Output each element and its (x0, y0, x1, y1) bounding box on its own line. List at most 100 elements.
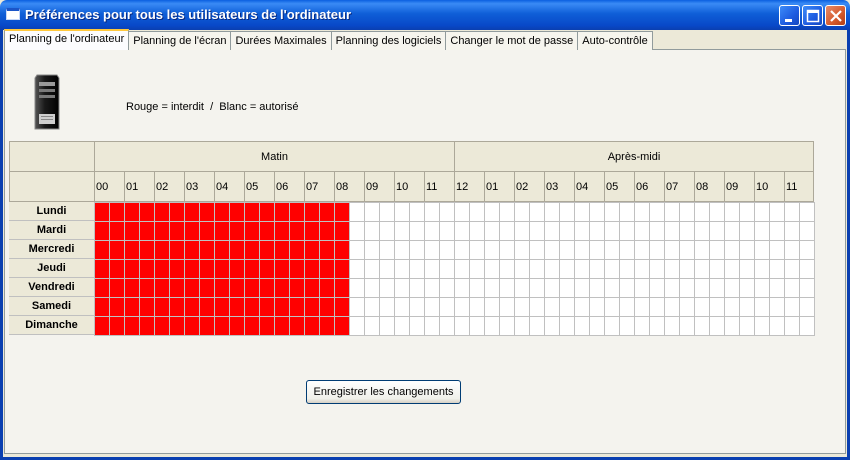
schedule-cell[interactable] (229, 297, 245, 317)
schedule-cell[interactable] (604, 259, 620, 279)
schedule-cell[interactable] (109, 278, 125, 298)
schedule-cell[interactable] (214, 297, 230, 317)
schedule-cell[interactable] (544, 240, 560, 260)
schedule-cell[interactable] (244, 297, 260, 317)
schedule-cell[interactable] (679, 202, 695, 222)
schedule-cell[interactable] (634, 259, 650, 279)
schedule-cell[interactable] (754, 221, 770, 241)
tab-1[interactable]: Planning de l'écran (128, 31, 232, 50)
schedule-cell[interactable] (694, 316, 710, 336)
schedule-cell[interactable] (619, 221, 635, 241)
schedule-cell[interactable] (304, 297, 320, 317)
schedule-cell[interactable] (514, 240, 530, 260)
schedule-cell[interactable] (574, 202, 590, 222)
schedule-cell[interactable] (484, 316, 500, 336)
schedule-cell[interactable] (319, 202, 335, 222)
schedule-cell[interactable] (769, 221, 785, 241)
schedule-cell[interactable] (559, 278, 575, 298)
schedule-cell[interactable] (664, 297, 680, 317)
schedule-cell[interactable] (424, 316, 440, 336)
schedule-cell[interactable] (334, 278, 350, 298)
schedule-cell[interactable] (334, 240, 350, 260)
schedule-cell[interactable] (799, 221, 815, 241)
schedule-cell[interactable] (364, 202, 380, 222)
schedule-cell[interactable] (94, 297, 110, 317)
schedule-cell[interactable] (559, 221, 575, 241)
schedule-cell[interactable] (319, 240, 335, 260)
schedule-cell[interactable] (694, 202, 710, 222)
schedule-cell[interactable] (259, 297, 275, 317)
schedule-cell[interactable] (559, 316, 575, 336)
schedule-cell[interactable] (169, 297, 185, 317)
schedule-cell[interactable] (604, 240, 620, 260)
schedule-cell[interactable] (124, 240, 140, 260)
schedule-cell[interactable] (154, 259, 170, 279)
minimize-button[interactable] (779, 5, 800, 26)
schedule-cell[interactable] (169, 259, 185, 279)
schedule-cell[interactable] (334, 221, 350, 241)
schedule-cell[interactable] (154, 240, 170, 260)
schedule-cell[interactable] (424, 297, 440, 317)
schedule-cell[interactable] (514, 297, 530, 317)
schedule-cell[interactable] (259, 221, 275, 241)
schedule-cell[interactable] (724, 202, 740, 222)
schedule-cell[interactable] (754, 202, 770, 222)
schedule-cell[interactable] (604, 297, 620, 317)
schedule-cell[interactable] (619, 240, 635, 260)
schedule-cell[interactable] (694, 297, 710, 317)
schedule-cell[interactable] (124, 259, 140, 279)
schedule-cell[interactable] (409, 259, 425, 279)
schedule-cell[interactable] (364, 278, 380, 298)
schedule-cell[interactable] (184, 316, 200, 336)
schedule-cell[interactable] (799, 278, 815, 298)
schedule-cell[interactable] (484, 297, 500, 317)
schedule-cell[interactable] (559, 297, 575, 317)
schedule-cell[interactable] (469, 259, 485, 279)
schedule-cell[interactable] (394, 278, 410, 298)
schedule-cell[interactable] (139, 297, 155, 317)
schedule-cell[interactable] (169, 240, 185, 260)
schedule-cell[interactable] (319, 297, 335, 317)
schedule-cell[interactable] (124, 221, 140, 241)
schedule-cell[interactable] (214, 240, 230, 260)
schedule-grid[interactable] (94, 202, 815, 337)
schedule-cell[interactable] (439, 240, 455, 260)
schedule-cell[interactable] (484, 278, 500, 298)
schedule-cell[interactable] (304, 240, 320, 260)
schedule-cell[interactable] (589, 240, 605, 260)
schedule-cell[interactable] (619, 202, 635, 222)
schedule-cell[interactable] (214, 221, 230, 241)
schedule-cell[interactable] (319, 278, 335, 298)
schedule-cell[interactable] (754, 278, 770, 298)
schedule-cell[interactable] (304, 278, 320, 298)
schedule-cell[interactable] (514, 278, 530, 298)
schedule-cell[interactable] (499, 278, 515, 298)
schedule-cell[interactable] (229, 221, 245, 241)
schedule-cell[interactable] (739, 221, 755, 241)
schedule-cell[interactable] (379, 278, 395, 298)
schedule-cell[interactable] (244, 240, 260, 260)
schedule-cell[interactable] (409, 278, 425, 298)
schedule-cell[interactable] (634, 202, 650, 222)
schedule-cell[interactable] (394, 240, 410, 260)
schedule-cell[interactable] (364, 259, 380, 279)
schedule-cell[interactable] (529, 316, 545, 336)
schedule-cell[interactable] (514, 316, 530, 336)
schedule-cell[interactable] (544, 316, 560, 336)
schedule-cell[interactable] (394, 297, 410, 317)
schedule-cell[interactable] (784, 316, 800, 336)
schedule-cell[interactable] (244, 316, 260, 336)
schedule-cell[interactable] (274, 202, 290, 222)
schedule-cell[interactable] (604, 278, 620, 298)
schedule-cell[interactable] (394, 202, 410, 222)
schedule-cell[interactable] (529, 221, 545, 241)
schedule-cell[interactable] (214, 202, 230, 222)
schedule-cell[interactable] (454, 221, 470, 241)
schedule-cell[interactable] (394, 259, 410, 279)
schedule-cell[interactable] (184, 278, 200, 298)
schedule-cell[interactable] (709, 297, 725, 317)
schedule-cell[interactable] (619, 297, 635, 317)
schedule-cell[interactable] (739, 259, 755, 279)
schedule-cell[interactable] (664, 221, 680, 241)
schedule-cell[interactable] (514, 259, 530, 279)
